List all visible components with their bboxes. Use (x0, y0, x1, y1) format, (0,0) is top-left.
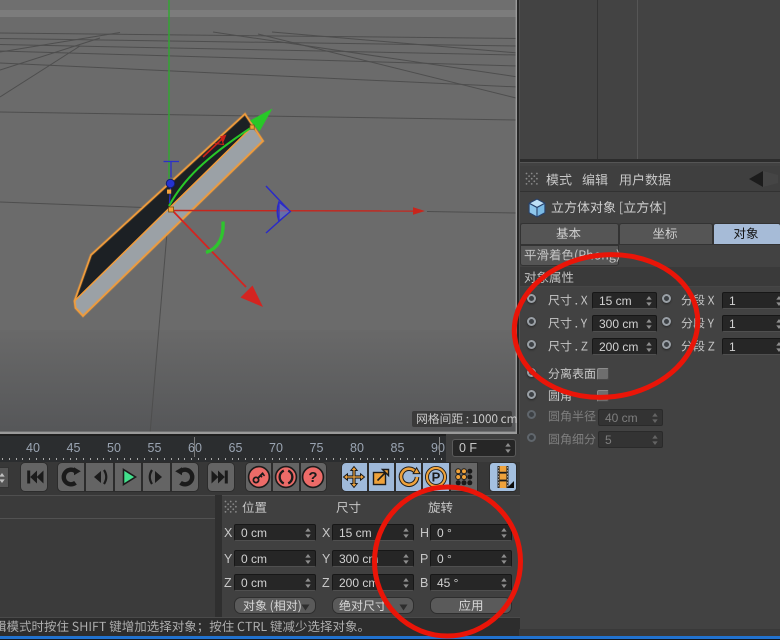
svg-text:?: ? (309, 469, 318, 486)
svg-text:P: P (432, 470, 441, 485)
